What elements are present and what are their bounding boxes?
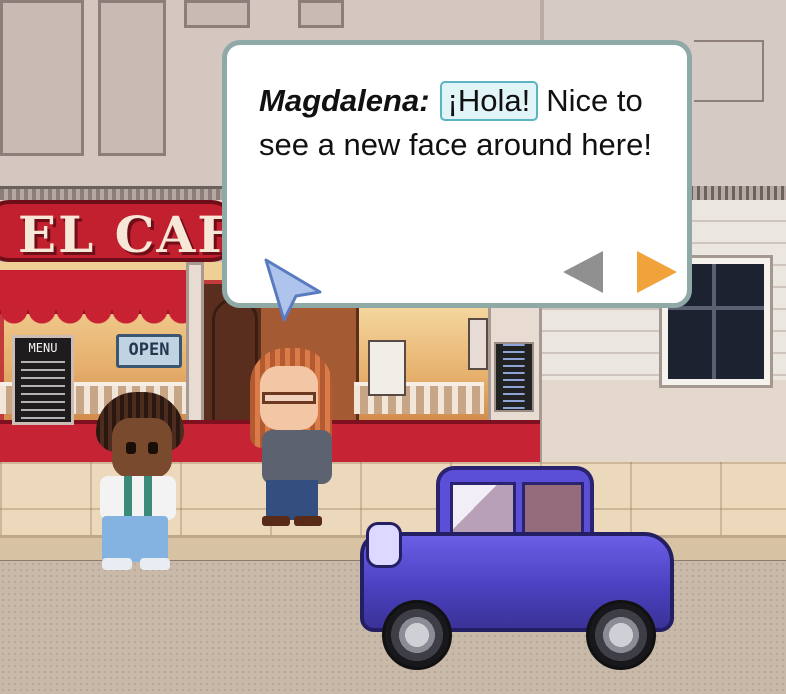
game-scene: EL CAF MENU OPEN Magdalena: ¡Hola! Nice … <box>0 0 786 694</box>
balcony-post <box>762 40 764 102</box>
magdalena-head <box>260 366 318 430</box>
building-base <box>540 380 786 470</box>
right-cornice <box>690 186 786 200</box>
car-wheel <box>586 600 656 670</box>
balcony-rail <box>694 40 764 42</box>
upper-window <box>0 0 84 156</box>
player-character[interactable] <box>96 392 186 574</box>
upper-window <box>184 0 250 28</box>
open-sign: OPEN <box>116 334 182 368</box>
npc-magdalena[interactable] <box>250 348 340 528</box>
kid-eye <box>126 442 136 454</box>
menu-board: MENU <box>12 335 74 425</box>
triangle-left-icon[interactable] <box>563 251 603 293</box>
kid-shirt <box>100 476 176 520</box>
kid-shoe <box>102 558 132 570</box>
car-side-window <box>522 482 584 538</box>
triangle-right-icon[interactable] <box>637 251 677 293</box>
kid-jeans <box>102 516 168 562</box>
magdalena-shirt <box>262 430 332 484</box>
vocab-term[interactable]: ¡Hola! <box>439 81 539 121</box>
glasses-icon <box>262 392 316 404</box>
car-headlight <box>366 522 402 568</box>
kid-shoe <box>140 558 170 570</box>
car-wheel <box>382 600 452 670</box>
magdalena-jeans <box>266 480 318 520</box>
mouse-pointer-icon <box>264 258 322 322</box>
chalkboard <box>494 342 534 412</box>
balcony-rail <box>694 100 764 102</box>
upper-window <box>298 0 344 28</box>
cafe-sign-text: EL CAF <box>18 205 235 262</box>
menu-board-title: MENU <box>28 341 58 355</box>
wall-lamp <box>468 318 488 370</box>
upper-window <box>98 0 166 156</box>
kid-eye <box>148 442 158 454</box>
car-windshield <box>450 482 516 538</box>
menu-board-lines <box>21 361 65 421</box>
purple-car <box>360 464 674 674</box>
cafe-sign: EL CAF <box>0 200 240 262</box>
magdalena-shoe <box>262 516 290 526</box>
magdalena-shoe <box>294 516 322 526</box>
awning <box>0 270 190 324</box>
kid-head <box>112 418 172 478</box>
speaker-name: Magdalena: <box>259 83 430 118</box>
notice-poster <box>368 340 406 396</box>
